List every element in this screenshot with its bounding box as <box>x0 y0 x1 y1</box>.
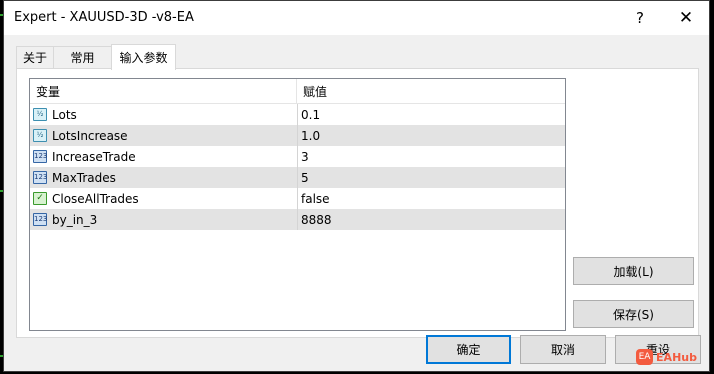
parameter-name-cell: 123 MaxTrades <box>30 167 296 188</box>
integer-icon: 123 <box>33 171 47 184</box>
parameter-name: by_in_3 <box>52 212 98 227</box>
parameter-name-cell: ✓ CloseAllTrades <box>30 188 296 209</box>
tab-common[interactable]: 常用 <box>53 46 112 68</box>
integer-icon: 123 <box>33 150 47 163</box>
parameter-value[interactable]: false <box>297 188 565 209</box>
fraction-icon: ½ <box>33 129 47 142</box>
watermark-text: EAHub <box>656 350 697 364</box>
column-header-variable[interactable]: 变量 <box>30 79 296 103</box>
save-button[interactable]: 保存(S) <box>573 300 694 328</box>
parameter-name-cell: 123 by_in_3 <box>30 209 296 230</box>
cancel-button[interactable]: 取消 <box>520 335 606 364</box>
ok-button[interactable]: 确定 <box>426 335 511 364</box>
eahub-logo-icon: EA <box>636 349 654 365</box>
parameter-value[interactable]: 0.1 <box>297 104 565 125</box>
parameter-value[interactable]: 5 <box>297 167 565 188</box>
parameter-value[interactable]: 1.0 <box>297 125 565 146</box>
tab-about[interactable]: 关于 <box>16 46 54 68</box>
parameter-value[interactable]: 3 <box>297 146 565 167</box>
parameter-name: CloseAllTrades <box>52 191 139 206</box>
load-button[interactable]: 加载(L) <box>573 257 694 285</box>
title-bar[interactable]: Expert - XAUUSD-3D -v8-EA ? ✕ <box>4 1 709 35</box>
parameter-row-maxtrades[interactable]: 123 MaxTrades 5 <box>30 167 565 188</box>
tab-inputs[interactable]: 输入参数 <box>111 44 176 70</box>
parameter-name-cell: 123 IncreaseTrade <box>30 146 296 167</box>
expert-properties-dialog: Expert - XAUUSD-3D -v8-EA ? ✕ 关于 常用 输入参数… <box>3 0 710 372</box>
window-title: Expert - XAUUSD-3D -v8-EA <box>14 10 194 25</box>
eahub-watermark: EA EAHub <box>636 349 697 365</box>
parameter-name-cell: ½ LotsIncrease <box>30 125 296 146</box>
parameter-row-by-in-3[interactable]: 123 by_in_3 8888 <box>30 209 565 230</box>
parameter-name: Lots <box>52 107 77 122</box>
parameter-name: IncreaseTrade <box>52 149 136 164</box>
boolean-icon: ✓ <box>33 192 47 205</box>
column-header-value[interactable]: 赋值 <box>297 79 565 103</box>
help-button[interactable]: ? <box>617 1 663 35</box>
close-button[interactable]: ✕ <box>663 1 709 35</box>
fraction-icon: ½ <box>33 108 47 121</box>
grid-header: 变量 赋值 <box>30 79 565 104</box>
parameter-name: MaxTrades <box>52 170 116 185</box>
parameter-name: LotsIncrease <box>52 128 128 143</box>
parameter-row-lots[interactable]: ½ Lots 0.1 <box>30 104 565 125</box>
parameter-name-cell: ½ Lots <box>30 104 296 125</box>
inputs-panel: 变量 赋值 ½ Lots 0.1 ½ LotsIncrease 1.0 123 … <box>16 68 699 338</box>
parameter-row-closealltrades[interactable]: ✓ CloseAllTrades false <box>30 188 565 209</box>
close-icon: ✕ <box>678 8 694 28</box>
parameter-value[interactable]: 8888 <box>297 209 565 230</box>
parameter-row-increasetrade[interactable]: 123 IncreaseTrade 3 <box>30 146 565 167</box>
integer-icon: 123 <box>33 213 47 226</box>
parameter-row-lotsincrease[interactable]: ½ LotsIncrease 1.0 <box>30 125 565 146</box>
parameters-grid[interactable]: 变量 赋值 ½ Lots 0.1 ½ LotsIncrease 1.0 123 … <box>29 78 566 331</box>
help-icon: ? <box>636 9 644 27</box>
